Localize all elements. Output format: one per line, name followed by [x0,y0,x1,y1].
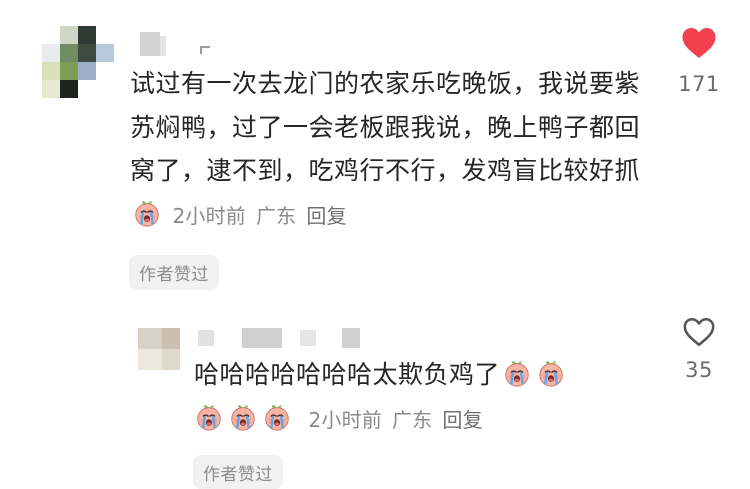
crying-face-icon [132,198,162,228]
like-count: 171 [678,72,720,96]
reply-location: 广东 [391,408,433,432]
like-button[interactable]: 171 [669,26,729,96]
comment-location: 广东 [255,203,297,228]
reply-avatar[interactable] [138,328,186,370]
crying-face-icon [228,402,258,432]
reply-button[interactable]: 回复 [306,204,346,228]
crying-face-icon [262,402,292,432]
reply-like-count: 35 [685,358,713,382]
avatar[interactable] [42,26,114,106]
crying-face-icon [502,358,532,388]
reply-body: 哈哈哈哈哈哈哈太欺负鸡了 2小时前 广东 回复 [194,353,654,442]
comment-meta: 2小时前 广东 回复 [172,204,356,228]
heart-filled-icon[interactable] [681,26,717,60]
reply-author-liked-badge: 作者赞过 [193,455,283,489]
comment-body: 试过有一次去龙门的农家乐吃晚饭，我说要紫苏焖鸭，过了一会老板跟我说，晚上鸭子都回… [130,62,650,238]
comment-time: 2小时前 [172,203,246,228]
reply-username-obscured[interactable] [198,328,398,350]
crying-face-icon [194,402,224,432]
reply-meta: 2小时前 广东 回复 [308,408,492,432]
author-liked-badge: 作者赞过 [129,255,219,290]
comment-text: 试过有一次去龙门的农家乐吃晚饭，我说要紫苏焖鸭，过了一会老板跟我说，晚上鸭子都回… [130,69,641,185]
reply-time: 2小时前 [308,408,382,432]
reply-reply-button[interactable]: 回复 [442,408,482,432]
reply-text: 哈哈哈哈哈哈哈太欺负鸡了 [194,360,501,389]
username-obscured[interactable] [138,32,398,58]
heart-outline-icon[interactable] [682,316,716,348]
reply-like-button[interactable]: 35 [669,316,729,382]
crying-face-icon [536,358,566,388]
